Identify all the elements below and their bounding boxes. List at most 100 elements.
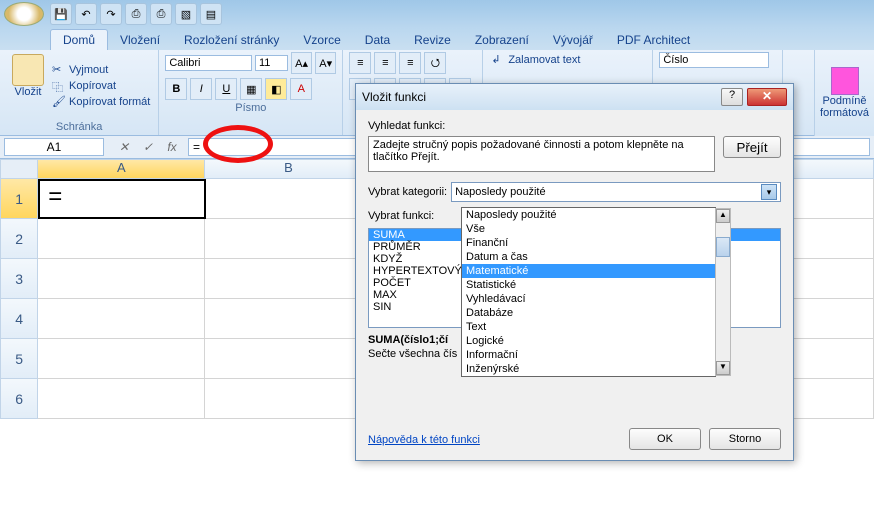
cell[interactable] [206,179,373,219]
cell[interactable] [38,379,205,419]
row-header-6[interactable]: 6 [0,379,38,419]
category-option[interactable]: Logické [462,334,715,348]
qat-save-icon[interactable]: 💾 [50,3,72,25]
office-button[interactable] [4,2,44,26]
qat-open-icon[interactable]: ▤ [200,3,222,25]
category-label: Vybrat kategorii: [368,186,447,198]
qat-new-icon[interactable]: ▧ [175,3,197,25]
italic-button[interactable]: I [190,78,212,100]
col-header-b[interactable]: B [205,159,372,179]
border-button[interactable]: ▦ [240,78,262,100]
cell[interactable] [38,259,205,299]
scroll-thumb[interactable] [716,237,730,257]
category-option[interactable]: Text [462,320,715,334]
category-option[interactable]: Datum a čas [462,250,715,264]
category-select[interactable]: Naposledy použité ▾ [451,182,781,202]
shrink-font-button[interactable]: A▾ [315,52,336,74]
category-dropdown[interactable]: ▲ ▼ Naposledy použitéVšeFinančníDatum a … [461,207,716,377]
quick-access-toolbar: 💾 ↶ ↷ ⎙ ⎙ ▧ ▤ [50,3,222,25]
go-button[interactable]: Přejít [723,136,781,158]
row-header-1[interactable]: 1 [0,179,38,219]
brush-icon: 🖌 [52,95,66,109]
cell[interactable] [205,259,372,299]
align-middle-button[interactable]: ≡ [374,52,396,74]
category-option[interactable]: Finanční [462,236,715,250]
enter-formula-button[interactable]: ✓ [138,138,158,156]
row-header-3[interactable]: 3 [0,259,38,299]
category-option[interactable]: Vše [462,222,715,236]
tab-home[interactable]: Domů [50,29,108,50]
fx-button[interactable]: fx [162,138,182,156]
ok-button[interactable]: OK [629,428,701,450]
tab-insert[interactable]: Vložení [108,30,172,50]
group-font: Calibri 11 A▴ A▾ B I U ▦ ◧ A Písmo [159,50,343,135]
tab-pdf[interactable]: PDF Architect [605,30,702,50]
font-size-combo[interactable]: 11 [255,55,288,71]
scissors-icon: ✂ [52,63,66,77]
category-option[interactable]: Naposledy použité [462,208,715,222]
category-option[interactable]: Inženýrské [462,362,715,376]
category-option[interactable]: Statistické [462,278,715,292]
clipboard-group-label: Schránka [6,119,152,133]
cell[interactable] [38,219,205,259]
cut-button[interactable]: ✂Vyjmout [50,62,152,78]
scroll-up-icon[interactable]: ▲ [716,209,730,223]
paste-button[interactable]: Vložit [6,52,50,119]
tab-review[interactable]: Revize [402,30,463,50]
cell[interactable] [38,299,205,339]
cell[interactable] [205,219,372,259]
tab-developer[interactable]: Vývojář [541,30,605,50]
cancel-formula-button[interactable]: ✕ [114,138,134,156]
ribbon-tabs: Domů Vložení Rozložení stránky Vzorce Da… [0,28,874,50]
col-header-a[interactable]: A [38,159,205,179]
qat-redo-icon[interactable]: ↷ [100,3,122,25]
cell[interactable] [205,299,372,339]
tab-formulas[interactable]: Vzorce [291,30,352,50]
fill-color-button[interactable]: ◧ [265,78,287,100]
underline-button[interactable]: U [215,78,237,100]
cell[interactable] [38,339,205,379]
select-all-corner[interactable] [0,159,38,179]
group-clipboard: Vložit ✂Vyjmout ⿻Kopírovat 🖌Kopírovat fo… [0,50,159,135]
bold-button[interactable]: B [165,78,187,100]
row-header-4[interactable]: 4 [0,299,38,339]
orientation-button[interactable]: ⭯ [424,52,446,74]
qat-undo-icon[interactable]: ↶ [75,3,97,25]
cell[interactable] [205,339,372,379]
qat-quickprint-icon[interactable]: ⎙ [150,3,172,25]
number-format-combo[interactable]: Číslo [659,52,769,68]
font-color-button[interactable]: A [290,78,312,100]
align-bottom-button[interactable]: ≡ [399,52,421,74]
dialog-help-button[interactable]: ? [721,88,743,106]
dialog-close-button[interactable]: ✕ [747,88,787,106]
title-bar: 💾 ↶ ↷ ⎙ ⎙ ▧ ▤ [0,0,874,28]
scroll-down-icon[interactable]: ▼ [716,361,730,375]
tab-data[interactable]: Data [353,30,402,50]
row-header-2[interactable]: 2 [0,219,38,259]
cell[interactable]: = [38,179,206,219]
search-function-input[interactable]: Zadejte stručný popis požadované činnost… [368,136,715,172]
dialog-titlebar[interactable]: Vložit funkci ? ✕ [356,84,793,110]
cell[interactable] [205,379,372,419]
tab-layout[interactable]: Rozložení stránky [172,30,291,50]
grow-font-button[interactable]: A▴ [291,52,312,74]
format-painter-button[interactable]: 🖌Kopírovat formát [50,94,152,110]
search-label: Vyhledat funkci: [368,120,781,132]
qat-print-icon[interactable]: ⎙ [125,3,147,25]
group-cond-format[interactable]: Podmíně formátová [814,50,874,136]
row-header-5[interactable]: 5 [0,339,38,379]
cancel-button[interactable]: Storno [709,428,781,450]
copy-button[interactable]: ⿻Kopírovat [50,78,152,94]
category-option[interactable]: Informační [462,348,715,362]
align-top-button[interactable]: ≡ [349,52,371,74]
category-option[interactable]: Vyhledávací [462,292,715,306]
help-link[interactable]: Nápověda k této funkci [368,434,480,446]
tab-view[interactable]: Zobrazení [463,30,541,50]
category-option[interactable]: Matematické [462,264,715,278]
wrap-text-button[interactable]: ↲Zalamovat text [489,52,646,68]
name-box[interactable]: A1 [4,138,104,156]
font-group-label: Písmo [165,100,336,114]
font-name-combo[interactable]: Calibri [165,55,252,71]
category-option[interactable]: Databáze [462,306,715,320]
dropdown-scrollbar[interactable]: ▲ ▼ [715,208,731,376]
